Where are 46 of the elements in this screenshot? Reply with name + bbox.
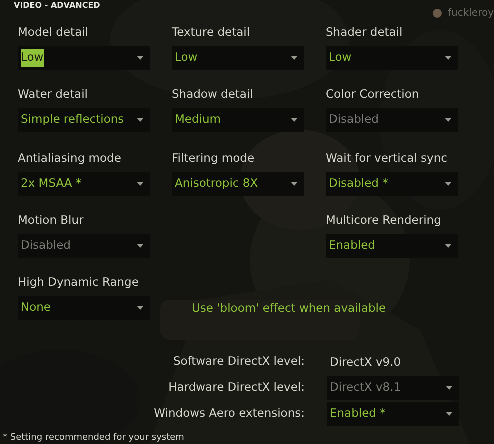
caret-icon: [137, 244, 144, 248]
setting-label: Software DirectX level:: [172, 353, 305, 370]
setting-label: Model detail: [18, 24, 90, 40]
dropdown[interactable]: Medium: [172, 108, 304, 132]
caret-icon: [137, 182, 144, 186]
avatar-icon: [432, 9, 442, 18]
caret-icon: [137, 118, 144, 122]
dropdown[interactable]: Low: [172, 46, 304, 70]
caret-icon: [446, 386, 453, 390]
dropdown[interactable]: Disabled *: [326, 172, 458, 196]
footnote: * Setting recommended for your system: [2, 433, 186, 444]
window-title: VIDEO - ADVANCED: [14, 0, 100, 11]
username: fuckleroy: [448, 7, 494, 21]
dropdown[interactable]: 2x MSAA *: [18, 172, 150, 196]
dropdown[interactable]: None: [18, 296, 150, 320]
caret-icon: [137, 56, 144, 60]
caret-icon: [137, 306, 144, 310]
setting-label: Hardware DirectX level:: [168, 379, 305, 396]
setting-value: DirectX v9.0: [329, 354, 402, 371]
dropdown[interactable]: Simple reflections: [18, 108, 150, 132]
dropdown[interactable]: Low: [18, 46, 150, 70]
caret-icon: [445, 56, 452, 60]
dropdown[interactable]: Enabled *: [327, 402, 459, 426]
setting-label: Color Correction: [326, 86, 420, 102]
caret-icon: [445, 182, 452, 186]
setting-label: Filtering mode: [172, 150, 256, 166]
setting-label: Windows Aero extensions:: [153, 405, 305, 422]
dropdown[interactable]: Enabled: [326, 234, 458, 258]
caret-icon: [445, 118, 452, 122]
dropdown[interactable]: Anisotropic 8X: [172, 172, 304, 196]
setting-label: Motion Blur: [18, 212, 85, 228]
caret-icon: [445, 244, 452, 248]
setting-label: Water detail: [18, 86, 89, 102]
option-label[interactable]: Use 'bloom' effect when available: [172, 296, 458, 320]
setting-label: Wait for vertical sync: [326, 150, 448, 166]
setting-label: Shadow detail: [172, 86, 254, 102]
dropdown[interactable]: Low: [326, 46, 458, 70]
setting-label: Multicore Rendering: [326, 212, 442, 228]
setting-label: High Dynamic Range: [18, 274, 140, 290]
setting-label: Texture detail: [172, 24, 252, 40]
caret-icon: [291, 118, 298, 122]
caret-icon: [291, 56, 298, 60]
caret-icon: [446, 412, 453, 416]
setting-label: Shader detail: [326, 24, 404, 40]
caret-icon: [291, 182, 298, 186]
setting-label: Antialiasing mode: [18, 150, 122, 166]
